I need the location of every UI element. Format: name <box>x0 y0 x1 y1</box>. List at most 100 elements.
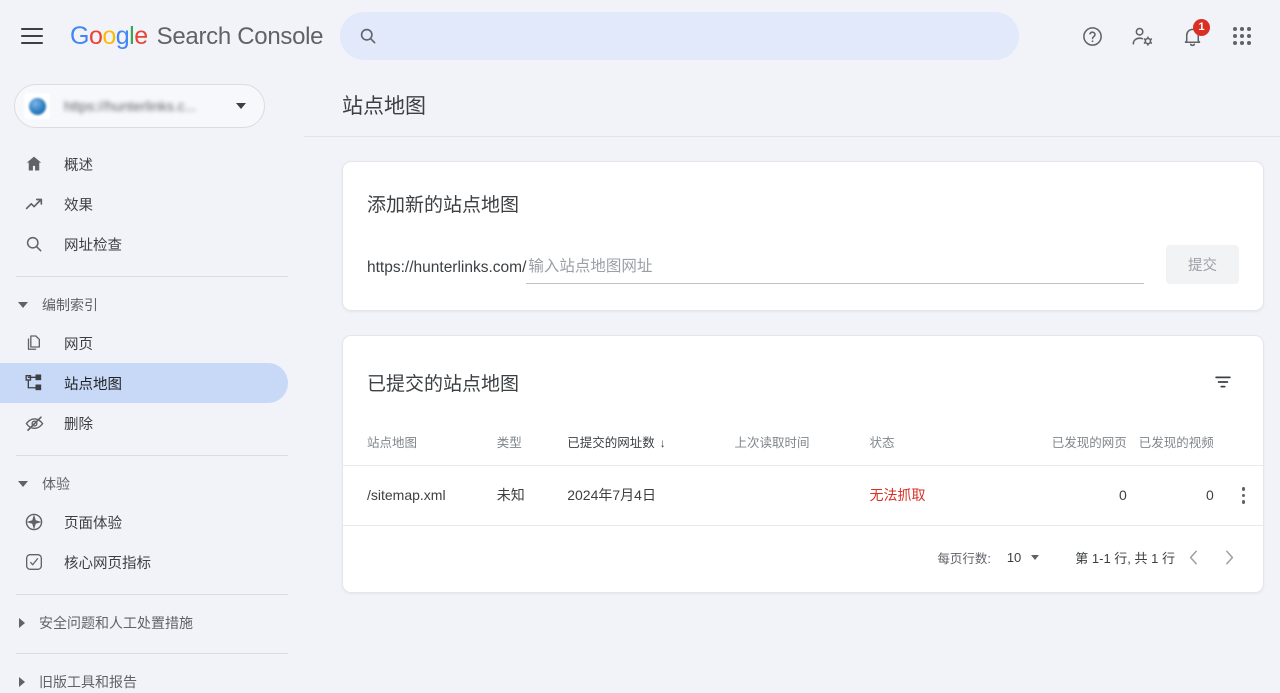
sitemap-url-input-wrapper <box>526 256 1144 284</box>
eye-off-icon <box>22 411 46 435</box>
table-pagination: 每页行数: 10 第 1-1 行, 共 1 行 <box>343 525 1263 592</box>
search-input[interactable] <box>392 27 1001 46</box>
top-app-bar: Google Search Console <box>0 0 1280 72</box>
sidebar-item-url-inspection[interactable]: 网址检查 <box>0 224 288 264</box>
property-selector[interactable]: https://hunterlinks.c... <box>14 84 265 128</box>
column-header-sitemap[interactable]: 站点地图 <box>343 424 491 466</box>
pages-icon <box>22 331 46 355</box>
sitemaps-table-body: /sitemap.xml 未知 2024年7月4日 无法抓取 0 0 <box>343 466 1263 525</box>
sidebar-item-sitemaps[interactable]: 站点地图 <box>0 363 288 403</box>
search-icon <box>358 26 378 46</box>
cell-actions <box>1224 466 1263 525</box>
google-apps-grid-icon[interactable] <box>1218 12 1266 60</box>
speedometer-icon <box>22 550 46 574</box>
logo-letter-o2: o <box>102 22 115 50</box>
column-header-submitted-urls[interactable]: 已提交的网址数 ↓ <box>561 424 728 466</box>
sidebar-section-legacy-tools[interactable]: 旧版工具和报告 <box>0 664 304 693</box>
sidebar-divider-1 <box>16 276 288 277</box>
cell-submitted-urls: 2024年7月4日 <box>561 466 728 525</box>
previous-page-button[interactable] <box>1175 540 1211 576</box>
cell-status: 无法抓取 <box>864 466 1014 525</box>
sidebar-label-removals: 删除 <box>64 413 93 434</box>
logo-letter-o1: o <box>89 22 102 50</box>
top-bar-icon-group: 1 <box>1068 12 1266 60</box>
cell-type: 未知 <box>491 466 561 525</box>
rows-per-page-value: 10 <box>1007 550 1021 565</box>
trending-up-icon <box>22 192 46 216</box>
cell-discovered-pages: 0 <box>1013 466 1133 525</box>
sidebar-divider-4 <box>16 653 288 654</box>
logo-letter-g1: G <box>70 22 89 50</box>
sitemap-tree-icon <box>22 371 46 395</box>
submit-sitemap-button[interactable]: 提交 <box>1166 245 1239 284</box>
sidebar-divider-2 <box>16 455 288 456</box>
sidebar-section-experience[interactable]: 体验 <box>0 466 304 502</box>
chevron-down-icon <box>236 103 246 109</box>
sidebar-item-core-web-vitals[interactable]: 核心网页指标 <box>0 542 288 582</box>
filter-icon[interactable] <box>1203 362 1243 402</box>
page-experience-icon <box>22 510 46 534</box>
chevron-down-icon <box>18 302 28 308</box>
home-icon <box>22 152 46 176</box>
google-wordmark: Google <box>70 22 148 51</box>
sidebar-item-removals[interactable]: 删除 <box>0 403 288 443</box>
sidebar-item-page-experience[interactable]: 页面体验 <box>0 502 288 542</box>
table-row[interactable]: /sitemap.xml 未知 2024年7月4日 无法抓取 0 0 <box>343 466 1263 525</box>
search-console-app: Google Search Console <box>0 0 1280 693</box>
pagination-range-label: 第 1-1 行, 共 1 行 <box>1075 548 1175 567</box>
logo-letter-e: e <box>134 22 147 50</box>
sidebar-item-performance[interactable]: 效果 <box>0 184 288 224</box>
sidebar-item-overview[interactable]: 概述 <box>0 144 288 184</box>
property-url-label: https://hunterlinks.c... <box>64 98 236 114</box>
cell-last-read <box>729 466 864 525</box>
logo-letter-g2: g <box>116 22 129 50</box>
rows-per-page-select[interactable]: 10 <box>1007 550 1039 565</box>
google-search-console-logo[interactable]: Google Search Console <box>70 22 323 51</box>
sort-descending-icon: ↓ <box>660 436 666 450</box>
sidebar-label-url-inspection: 网址检查 <box>64 234 122 255</box>
sidebar-item-pages[interactable]: 网页 <box>0 323 288 363</box>
product-name: Search Console <box>157 23 324 51</box>
chevron-down-icon <box>1031 555 1039 560</box>
column-header-last-read[interactable]: 上次读取时间 <box>729 424 864 466</box>
column-header-type[interactable]: 类型 <box>491 424 561 466</box>
column-label-submitted-urls: 已提交的网址数 <box>567 436 655 450</box>
sidebar-section-security[interactable]: 安全问题和人工处置措施 <box>0 605 304 641</box>
sidebar-divider-3 <box>16 594 288 595</box>
notification-badge-count: 1 <box>1193 19 1210 36</box>
sidebar-label-performance: 效果 <box>64 194 93 215</box>
rows-per-page-label: 每页行数: <box>937 548 990 567</box>
main-content: 站点地图 添加新的站点地图 https://hunterlinks.com/ 提… <box>304 72 1280 693</box>
sidebar-label-sitemaps: 站点地图 <box>64 373 122 394</box>
site-favicon-icon <box>24 93 50 119</box>
sidebar-section-label-security: 安全问题和人工处置措施 <box>39 613 193 633</box>
global-search-bar[interactable] <box>340 12 1019 60</box>
column-label-sitemap: 站点地图 <box>367 436 417 450</box>
column-label-last-read: 上次读取时间 <box>735 436 810 450</box>
table-header-row: 站点地图 类型 已提交的网址数 ↓ 上次读取时间 状态 已发现的网页 已发现的视频 <box>343 424 1263 466</box>
sitemaps-table: 站点地图 类型 已提交的网址数 ↓ 上次读取时间 状态 已发现的网页 已发现的视频… <box>343 424 1263 525</box>
help-icon[interactable] <box>1068 12 1116 60</box>
chevron-right-icon <box>19 618 25 628</box>
sidebar-section-indexing[interactable]: 编制索引 <box>0 287 304 323</box>
submitted-sitemaps-card: 已提交的站点地图 站点地图 类型 已提交的网址数 ↓ 上次读取时间 <box>342 335 1264 593</box>
sidebar-label-page-experience: 页面体验 <box>64 512 122 533</box>
next-page-button[interactable] <box>1211 540 1247 576</box>
sidebar-section-label-experience: 体验 <box>42 474 70 494</box>
sidebar-section-label-indexing: 编制索引 <box>42 295 98 315</box>
title-divider <box>304 136 1280 137</box>
notifications-bell-icon[interactable]: 1 <box>1168 12 1216 60</box>
column-header-discovered-videos[interactable]: 已发现的视频 <box>1133 424 1224 466</box>
account-settings-icon[interactable] <box>1118 12 1166 60</box>
column-label-discovered-pages: 已发现的网页 <box>1052 436 1127 450</box>
cell-sitemap: /sitemap.xml <box>343 466 491 525</box>
overflow-menu-icon[interactable] <box>1230 483 1257 508</box>
apps-grid-dots <box>1233 27 1251 45</box>
hamburger-menu-icon[interactable] <box>8 12 56 60</box>
cell-discovered-videos: 0 <box>1133 466 1224 525</box>
column-label-status: 状态 <box>870 436 895 450</box>
column-header-discovered-pages[interactable]: 已发现的网页 <box>1013 424 1133 466</box>
submitted-sitemaps-title: 已提交的站点地图 <box>367 369 519 396</box>
sitemap-url-input[interactable] <box>526 256 1144 284</box>
column-header-status[interactable]: 状态 <box>864 424 1014 466</box>
